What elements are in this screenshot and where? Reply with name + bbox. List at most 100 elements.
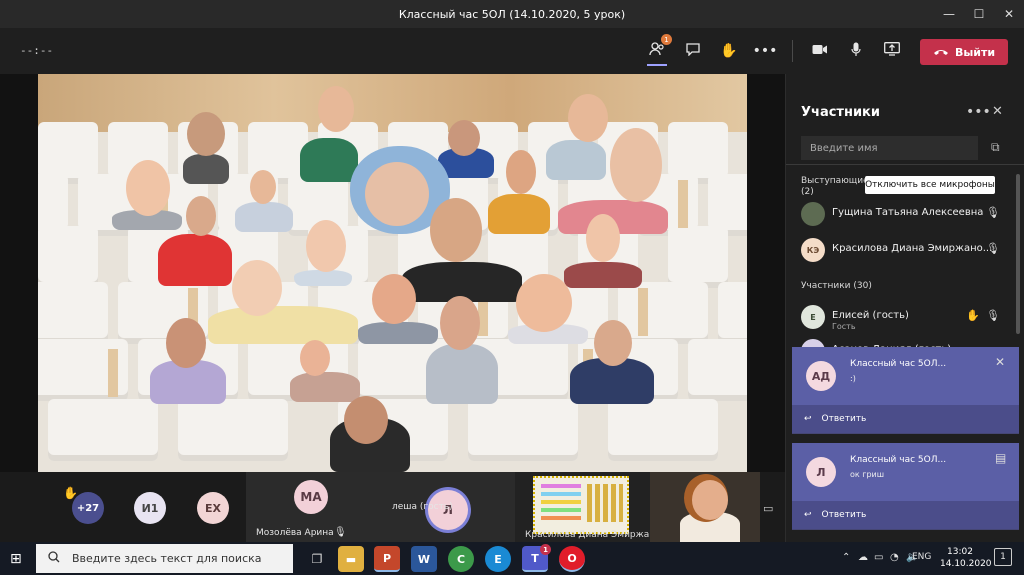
- participant-name: Гущина Татьяна Алексеевна: [832, 207, 984, 218]
- tray-overflow-icon[interactable]: ⌃: [842, 552, 850, 563]
- avatar: МА: [294, 480, 328, 514]
- panel-title: Участники: [801, 105, 880, 120]
- participant-role: Гость: [832, 322, 856, 331]
- notification-title: Классный час 5ОЛ...: [850, 455, 947, 465]
- meeting-toolbar: --:-- 1 ✋ •••: [0, 28, 1024, 74]
- search-name-input[interactable]: [801, 136, 978, 160]
- opera-icon[interactable]: O: [559, 546, 585, 572]
- action-center-icon[interactable]: 1: [994, 548, 1012, 566]
- language-indicator[interactable]: ENG: [912, 552, 931, 562]
- task-view-icon[interactable]: ❐: [304, 546, 330, 572]
- close-notification-icon[interactable]: ✕: [995, 355, 1005, 369]
- avatar: [801, 202, 825, 226]
- participant-row[interactable]: Гущина Татьяна Алексеевна 🎙: [786, 198, 1018, 230]
- panel-divider: [786, 164, 1024, 165]
- participant-strip: ✋ +27 И1 ЕХ МА Мозолёва Арина 🎙 Л леша (…: [0, 472, 785, 542]
- teams-badge: 1: [540, 544, 551, 555]
- attendees-header: Участники (30): [801, 281, 872, 291]
- participants-badge: 1: [661, 34, 672, 45]
- participant-tile[interactable]: МА Мозолёва Арина 🎙: [246, 472, 380, 542]
- maximize-button[interactable]: ☐: [962, 0, 996, 28]
- chat-icon: [686, 42, 700, 60]
- share-screen-icon: [884, 42, 900, 60]
- onedrive-icon[interactable]: ☁: [858, 552, 868, 563]
- video-stage: [0, 74, 785, 472]
- clock-date: 14.10.2020: [940, 559, 992, 569]
- active-indicator: [647, 64, 667, 66]
- meeting-timer: --:--: [20, 44, 54, 57]
- close-panel-icon[interactable]: ✕: [992, 104, 1003, 119]
- reply-label: Ответить: [821, 414, 867, 424]
- reply-label: Ответить: [821, 510, 867, 520]
- phone-hangup-icon: [933, 46, 949, 59]
- notification-title: Классный час 5ОЛ...: [850, 359, 947, 369]
- teams-icon[interactable]: T 1: [522, 544, 551, 572]
- taskbar-search[interactable]: Введите здесь текст для поиска: [36, 544, 293, 573]
- raised-hand-icon: ✋: [966, 309, 980, 322]
- microphone-icon: 🎙: [986, 242, 1000, 255]
- window-title: Классный час 5ОЛ (14.10.2020, 5 урок): [398, 7, 626, 21]
- edge-icon[interactable]: E: [485, 546, 511, 572]
- minimize-button[interactable]: —: [932, 0, 966, 28]
- microphone-button[interactable]: [843, 38, 869, 64]
- powerpoint-icon[interactable]: P: [374, 546, 400, 572]
- reply-button[interactable]: ↩ Ответить: [792, 405, 1019, 433]
- taskbar-clock[interactable]: 13:02 14.10.2020: [940, 546, 992, 570]
- reply-icon: ↩: [804, 414, 812, 424]
- participant-name: Красилова Диана Эмиржано...: [832, 243, 993, 254]
- chat-button[interactable]: [680, 38, 706, 64]
- avatar: Л: [806, 457, 836, 487]
- title-bar: Классный час 5ОЛ (14.10.2020, 5 урок) — …: [0, 0, 1024, 28]
- share-invite-icon[interactable]: ⧉: [991, 140, 1000, 155]
- participant-row[interactable]: Е Елисей (гость) Гость ✋ 🎙: [786, 301, 1018, 333]
- close-window-button[interactable]: ✕: [992, 0, 1024, 28]
- clock-time: 13:02: [947, 547, 973, 557]
- participant-tile[interactable]: Л леша (гость): [380, 472, 515, 542]
- windows-taskbar: ⊞ Введите здесь текст для поиска ❐ ▬ P W…: [0, 542, 1024, 575]
- avatar[interactable]: ЕХ: [197, 492, 229, 524]
- chat-notification[interactable]: АД Классный час 5ОЛ... :) ✕ ↩ Ответить: [792, 347, 1019, 434]
- presenters-count: (2): [801, 187, 814, 197]
- camera-switch-icon[interactable]: ▭: [763, 502, 773, 515]
- file-explorer-icon[interactable]: ▬: [338, 546, 364, 572]
- participant-row[interactable]: КЭ Красилова Диана Эмиржано... 🎙: [786, 234, 1018, 266]
- share-screen-button[interactable]: [879, 38, 905, 64]
- wifi-icon[interactable]: ◔: [890, 552, 899, 563]
- panel-scrollbar[interactable]: [1016, 174, 1020, 334]
- more-actions-button[interactable]: •••: [752, 38, 778, 64]
- camera-icon: [812, 43, 828, 59]
- reply-button[interactable]: ↩ Ответить: [792, 501, 1019, 529]
- presenters-header: Выступающие: [801, 176, 869, 186]
- main-video: [38, 74, 747, 472]
- shared-content-thumbnail: [533, 476, 629, 534]
- avatar: КЭ: [801, 238, 825, 262]
- mute-all-button[interactable]: Отключить все микрофоны: [865, 176, 995, 194]
- raise-hand-button[interactable]: ✋: [716, 38, 742, 64]
- panel-more-icon[interactable]: •••: [966, 104, 991, 120]
- avatar[interactable]: И1: [134, 492, 166, 524]
- muted-mic-icon: 🎙: [334, 527, 347, 538]
- self-video: [650, 472, 760, 542]
- chrome-icon[interactable]: C: [448, 546, 474, 572]
- reply-icon: ↩: [804, 510, 812, 520]
- camera-button[interactable]: [807, 38, 833, 64]
- word-icon[interactable]: W: [411, 546, 437, 572]
- participant-tile[interactable]: Красилова Диана Эмиржа...: [515, 472, 658, 542]
- microphone-icon: [851, 42, 861, 61]
- leave-button[interactable]: Выйти: [920, 39, 1008, 65]
- overflow-participants[interactable]: +27: [72, 492, 104, 524]
- chat-notification[interactable]: Л Классный час 5ОЛ... ок гриш ▤ ↩ Ответи…: [792, 443, 1019, 530]
- leave-label: Выйти: [954, 45, 996, 59]
- participant-name: Елисей (гость): [832, 310, 909, 321]
- people-icon: [649, 42, 665, 60]
- avatar: Е: [801, 305, 825, 329]
- windows-start-icon[interactable]: ⊞: [10, 551, 22, 567]
- network-icon[interactable]: ▭: [874, 552, 883, 563]
- more-icon: •••: [752, 43, 778, 59]
- teams-letter: T: [531, 551, 539, 565]
- avatar: АД: [806, 361, 836, 391]
- participant-name: Красилова Диана Эмиржа...: [525, 530, 658, 540]
- participants-button[interactable]: 1: [644, 34, 672, 66]
- notification-message: :): [850, 374, 856, 383]
- notification-message: ок гриш: [850, 470, 885, 479]
